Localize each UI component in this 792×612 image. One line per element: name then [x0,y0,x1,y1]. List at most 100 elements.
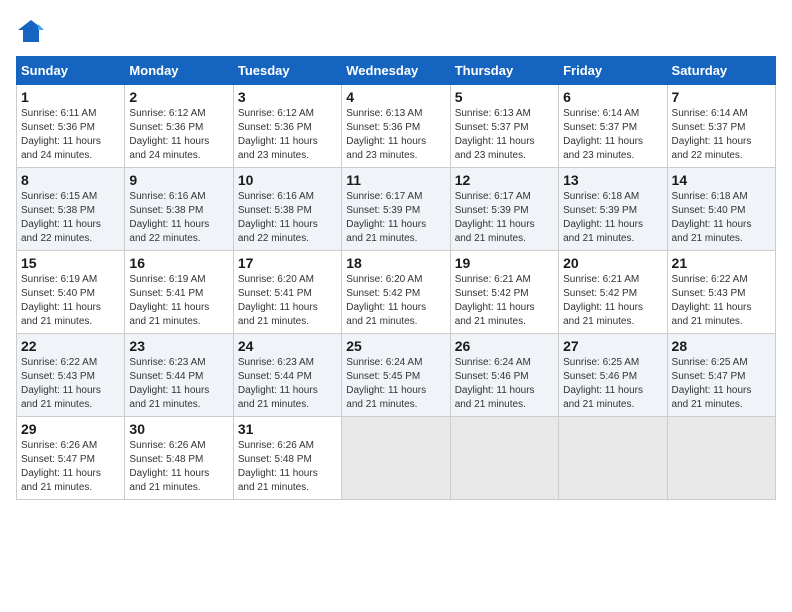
day-number: 24 [238,338,337,354]
day-info: Sunrise: 6:21 AM Sunset: 5:42 PM Dayligh… [455,273,554,329]
day-info: Sunrise: 6:19 AM Sunset: 5:40 PM Dayligh… [21,273,120,329]
day-number: 20 [563,255,662,271]
calendar-cell: 16 Sunrise: 6:19 AM Sunset: 5:41 PM Dayli… [125,251,233,334]
day-number: 13 [563,172,662,188]
day-info: Sunrise: 6:25 AM Sunset: 5:47 PM Dayligh… [672,356,771,412]
day-number: 4 [346,89,445,105]
calendar-cell: 4 Sunrise: 6:13 AM Sunset: 5:36 PM Daylig… [342,85,450,168]
day-info: Sunrise: 6:25 AM Sunset: 5:46 PM Dayligh… [563,356,662,412]
calendar-cell: 8 Sunrise: 6:15 AM Sunset: 5:38 PM Daylig… [17,168,125,251]
day-info: Sunrise: 6:26 AM Sunset: 5:48 PM Dayligh… [129,439,228,495]
calendar-cell: 21 Sunrise: 6:22 AM Sunset: 5:43 PM Dayli… [667,251,775,334]
calendar-cell: 1 Sunrise: 6:11 AM Sunset: 5:36 PM Daylig… [17,85,125,168]
day-number: 31 [238,421,337,437]
day-info: Sunrise: 6:13 AM Sunset: 5:36 PM Dayligh… [346,107,445,163]
header-wednesday: Wednesday [342,57,450,85]
header-row: SundayMondayTuesdayWednesdayThursdayFrid… [17,57,776,85]
day-number: 16 [129,255,228,271]
day-number: 12 [455,172,554,188]
day-info: Sunrise: 6:26 AM Sunset: 5:47 PM Dayligh… [21,439,120,495]
day-info: Sunrise: 6:16 AM Sunset: 5:38 PM Dayligh… [238,190,337,246]
day-info: Sunrise: 6:23 AM Sunset: 5:44 PM Dayligh… [238,356,337,412]
calendar-cell: 25 Sunrise: 6:24 AM Sunset: 5:45 PM Dayli… [342,334,450,417]
day-number: 11 [346,172,445,188]
calendar-cell: 23 Sunrise: 6:23 AM Sunset: 5:44 PM Dayli… [125,334,233,417]
calendar-cell: 29 Sunrise: 6:26 AM Sunset: 5:47 PM Dayli… [17,417,125,500]
day-number: 25 [346,338,445,354]
calendar-week-4: 22 Sunrise: 6:22 AM Sunset: 5:43 PM Dayli… [17,334,776,417]
calendar-cell: 28 Sunrise: 6:25 AM Sunset: 5:47 PM Dayli… [667,334,775,417]
calendar-cell: 6 Sunrise: 6:14 AM Sunset: 5:37 PM Daylig… [559,85,667,168]
page-header [16,16,776,46]
day-number: 5 [455,89,554,105]
calendar-cell [342,417,450,500]
day-info: Sunrise: 6:23 AM Sunset: 5:44 PM Dayligh… [129,356,228,412]
calendar-cell [559,417,667,500]
day-number: 3 [238,89,337,105]
day-number: 28 [672,338,771,354]
calendar-cell: 7Sunrise: 6:14 AM Sunset: 5:37 PM Daylig… [667,85,775,168]
day-info: Sunrise: 6:15 AM Sunset: 5:38 PM Dayligh… [21,190,120,246]
header-friday: Friday [559,57,667,85]
day-info: Sunrise: 6:26 AM Sunset: 5:48 PM Dayligh… [238,439,337,495]
day-number: 2 [129,89,228,105]
calendar-cell: 30 Sunrise: 6:26 AM Sunset: 5:48 PM Dayli… [125,417,233,500]
header-tuesday: Tuesday [233,57,341,85]
calendar-cell: 15Sunrise: 6:19 AM Sunset: 5:40 PM Dayli… [17,251,125,334]
day-info: Sunrise: 6:11 AM Sunset: 5:36 PM Dayligh… [21,107,120,163]
day-number: 29 [21,421,120,437]
calendar-cell [450,417,558,500]
calendar-cell: 13 Sunrise: 6:18 AM Sunset: 5:39 PM Dayli… [559,168,667,251]
day-info: Sunrise: 6:20 AM Sunset: 5:41 PM Dayligh… [238,273,337,329]
day-info: Sunrise: 6:22 AM Sunset: 5:43 PM Dayligh… [21,356,120,412]
day-info: Sunrise: 6:22 AM Sunset: 5:43 PM Dayligh… [672,273,771,329]
day-info: Sunrise: 6:20 AM Sunset: 5:42 PM Dayligh… [346,273,445,329]
day-info: Sunrise: 6:16 AM Sunset: 5:38 PM Dayligh… [129,190,228,246]
day-number: 22 [21,338,120,354]
calendar-week-2: 8 Sunrise: 6:15 AM Sunset: 5:38 PM Daylig… [17,168,776,251]
calendar-cell: 26Sunrise: 6:24 AM Sunset: 5:46 PM Dayli… [450,334,558,417]
day-info: Sunrise: 6:14 AM Sunset: 5:37 PM Dayligh… [672,107,771,163]
calendar-cell: 20 Sunrise: 6:21 AM Sunset: 5:42 PM Dayli… [559,251,667,334]
day-number: 27 [563,338,662,354]
calendar-cell: 11 Sunrise: 6:17 AM Sunset: 5:39 PM Dayli… [342,168,450,251]
day-info: Sunrise: 6:17 AM Sunset: 5:39 PM Dayligh… [346,190,445,246]
calendar-cell: 22 Sunrise: 6:22 AM Sunset: 5:43 PM Dayli… [17,334,125,417]
calendar-cell: 27 Sunrise: 6:25 AM Sunset: 5:46 PM Dayli… [559,334,667,417]
day-number: 1 [21,89,120,105]
calendar-table: SundayMondayTuesdayWednesdayThursdayFrid… [16,56,776,500]
day-number: 8 [21,172,120,188]
calendar-cell: 12 Sunrise: 6:17 AM Sunset: 5:39 PM Dayli… [450,168,558,251]
day-number: 21 [672,255,771,271]
logo [16,16,50,46]
calendar-cell: 2 Sunrise: 6:12 AM Sunset: 5:36 PM Daylig… [125,85,233,168]
header-monday: Monday [125,57,233,85]
day-number: 30 [129,421,228,437]
day-info: Sunrise: 6:18 AM Sunset: 5:39 PM Dayligh… [563,190,662,246]
calendar-cell: 10Sunrise: 6:16 AM Sunset: 5:38 PM Dayli… [233,168,341,251]
day-info: Sunrise: 6:24 AM Sunset: 5:45 PM Dayligh… [346,356,445,412]
day-number: 19 [455,255,554,271]
day-number: 6 [563,89,662,105]
day-number: 23 [129,338,228,354]
logo-icon [16,16,46,46]
day-info: Sunrise: 6:21 AM Sunset: 5:42 PM Dayligh… [563,273,662,329]
day-info: Sunrise: 6:17 AM Sunset: 5:39 PM Dayligh… [455,190,554,246]
day-number: 17 [238,255,337,271]
calendar-cell: 5 Sunrise: 6:13 AM Sunset: 5:37 PM Daylig… [450,85,558,168]
day-info: Sunrise: 6:24 AM Sunset: 5:46 PM Dayligh… [455,356,554,412]
day-info: Sunrise: 6:12 AM Sunset: 5:36 PM Dayligh… [129,107,228,163]
day-number: 14 [672,172,771,188]
day-number: 9 [129,172,228,188]
day-info: Sunrise: 6:19 AM Sunset: 5:41 PM Dayligh… [129,273,228,329]
day-info: Sunrise: 6:14 AM Sunset: 5:37 PM Dayligh… [563,107,662,163]
header-saturday: Saturday [667,57,775,85]
calendar-cell: 31 Sunrise: 6:26 AM Sunset: 5:48 PM Dayli… [233,417,341,500]
day-info: Sunrise: 6:13 AM Sunset: 5:37 PM Dayligh… [455,107,554,163]
calendar-cell: 17 Sunrise: 6:20 AM Sunset: 5:41 PM Dayli… [233,251,341,334]
calendar-week-1: 1 Sunrise: 6:11 AM Sunset: 5:36 PM Daylig… [17,85,776,168]
calendar-cell: 19 Sunrise: 6:21 AM Sunset: 5:42 PM Dayli… [450,251,558,334]
header-sunday: Sunday [17,57,125,85]
calendar-cell: 24 Sunrise: 6:23 AM Sunset: 5:44 PM Dayli… [233,334,341,417]
day-info: Sunrise: 6:12 AM Sunset: 5:36 PM Dayligh… [238,107,337,163]
